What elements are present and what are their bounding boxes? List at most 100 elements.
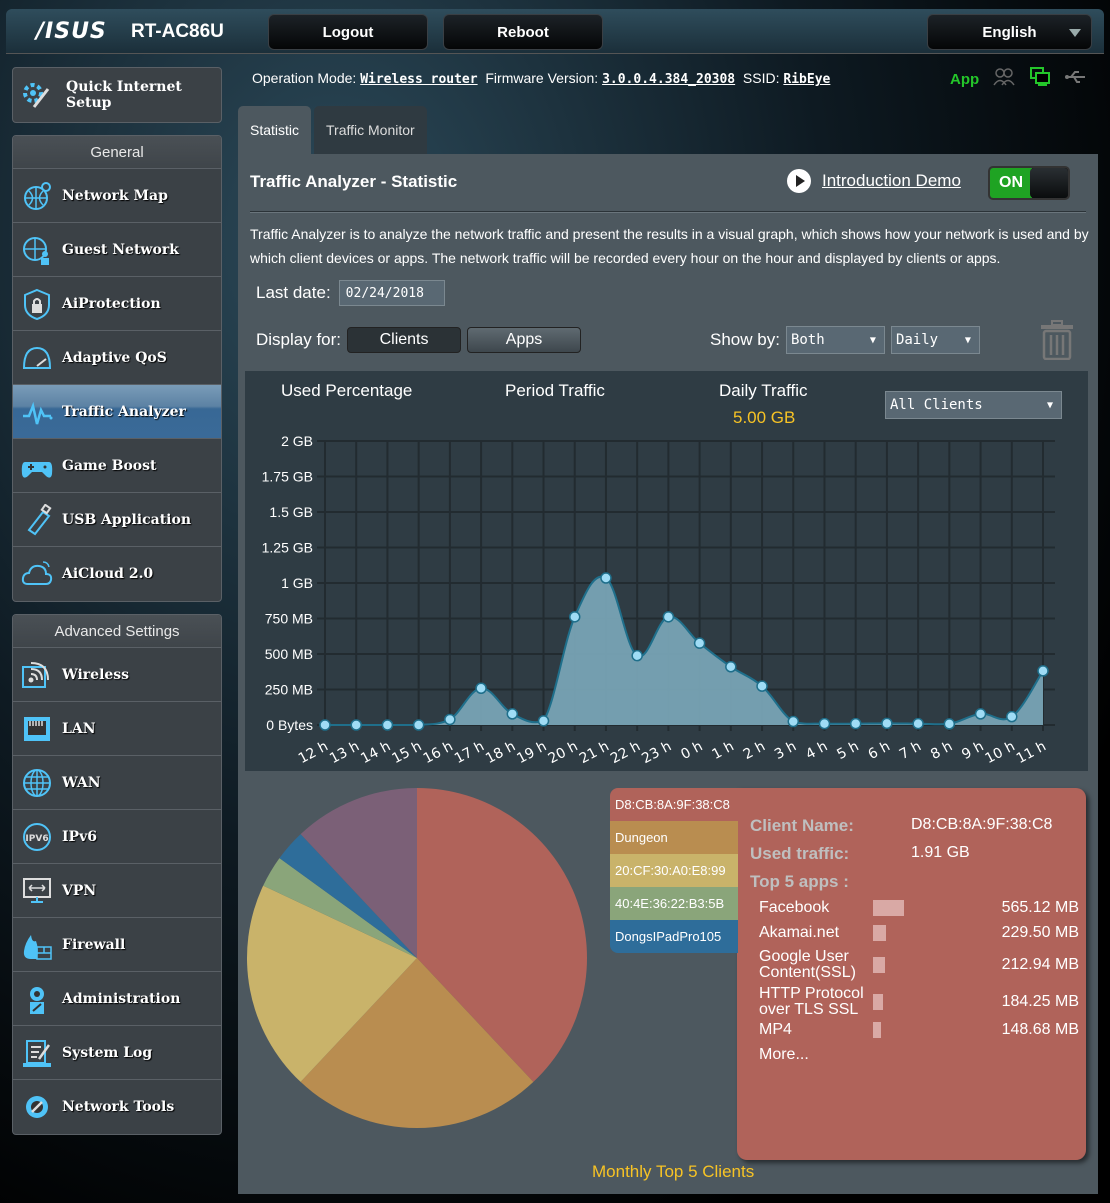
sidebar-item-wan[interactable]: WAN [13, 756, 221, 810]
network-status-icon[interactable] [1029, 67, 1051, 92]
tab-statistic[interactable]: Statistic [238, 106, 312, 154]
ssid-link[interactable]: RibEye [783, 72, 830, 87]
legend-item[interactable]: 40:4E:36:22:B3:5B [610, 887, 738, 920]
pie-legend: D8:CB:8A:9F:38:C8 Dungeon 20:CF:30:A0:E8:9… [610, 788, 738, 953]
app-size: 212.94 MB [1001, 956, 1079, 973]
top-apps-label: Top 5 apps : [750, 872, 849, 891]
tab-traffic-monitor[interactable]: Traffic Monitor [314, 106, 427, 154]
display-apps-button[interactable]: Apps [467, 327, 582, 353]
legend-item[interactable]: Dungeon [610, 821, 738, 854]
sidebar-item-traffic-analyzer[interactable]: Traffic Analyzer [13, 385, 221, 439]
display-clients-button[interactable]: Clients [347, 327, 462, 353]
sidebar-item-network-tools[interactable]: Network Tools [13, 1080, 221, 1134]
app-size: 148.68 MB [1001, 1021, 1079, 1038]
x-tick-label: 9 h [959, 738, 986, 763]
sidebar-item-usb-application[interactable]: USB Application [13, 493, 221, 547]
y-tick-label: 2 GB [281, 433, 313, 449]
x-tick-label: 1 h [710, 738, 737, 763]
sidebar-item-label: Game Boost [62, 457, 157, 474]
traffic-data-point [756, 680, 768, 692]
model-name: RT-AC86U [131, 21, 224, 42]
op-mode-label: Operation Mode: [252, 70, 357, 86]
globe-people-icon [20, 233, 54, 267]
x-tick-label: 20 h [546, 738, 581, 767]
status-icons: App [950, 67, 1087, 92]
top-app-row: Google User Content(SSL) 212.94 MB [759, 949, 1079, 981]
daily-traffic-value: 5.00 GB [733, 408, 796, 427]
top-app-row: Facebook 565.12 MB [759, 899, 1079, 916]
sidebar-item-ipv6[interactable]: IPV6 IPv6 [13, 810, 221, 864]
traffic-data-point [506, 708, 519, 720]
client-filter-select[interactable]: All Clients ▼ [885, 391, 1062, 419]
sidebar-item-guest-network[interactable]: Guest Network [13, 223, 221, 277]
clients-icon[interactable] [993, 68, 1015, 91]
traffic-data-point [818, 717, 831, 730]
app-link[interactable]: App [950, 71, 979, 88]
sidebar-item-aiprotection[interactable]: AiProtection [13, 277, 221, 331]
sidebar-item-network-map[interactable]: Network Map [13, 169, 221, 223]
sidebar-item-administration[interactable]: Administration [13, 972, 221, 1026]
x-tick-label: 14 h [358, 738, 393, 767]
sidebar-item-wireless[interactable]: Wireless [13, 648, 221, 702]
main-content: Traffic Analyzer - Statistic Introductio… [238, 154, 1098, 1194]
chevron-down-icon: ▼ [964, 334, 971, 346]
quick-setup-icon [20, 78, 52, 112]
traffic-data-point [1006, 710, 1018, 723]
traffic-data-point [787, 715, 800, 728]
svg-text:IPV6: IPV6 [25, 834, 48, 844]
x-tick-label: 22 h [608, 738, 643, 767]
more-apps-link[interactable]: More... [759, 1046, 1079, 1064]
sidebar-item-firewall[interactable]: Firewall [13, 918, 221, 972]
daily-traffic-label: Daily Traffic [719, 381, 808, 400]
traffic-area [325, 576, 1043, 725]
sidebar-item-label: LAN [62, 720, 96, 737]
legend-item[interactable]: DongsIPadPro105 [610, 920, 738, 953]
traffic-data-point [912, 717, 924, 730]
page-title: Traffic Analyzer - Statistic [250, 172, 458, 191]
sidebar-item-label: Administration [62, 990, 181, 1007]
introduction-demo[interactable]: Introduction Demo [786, 168, 961, 194]
app-name: Google User Content(SSL) [759, 948, 856, 981]
traffic-data-point [725, 661, 737, 673]
last-date-input[interactable]: 02/24/2018 [338, 280, 445, 306]
legend-item[interactable]: 20:CF:30:A0:E8:99 [610, 854, 738, 887]
app-size: 229.50 MB [1001, 924, 1079, 941]
x-tick-label: 4 h [803, 738, 830, 763]
app-size: 184.25 MB [1001, 993, 1079, 1010]
introduction-demo-link[interactable]: Introduction Demo [822, 171, 961, 191]
legend-item[interactable]: D8:CB:8A:9F:38:C8 [610, 788, 738, 821]
logout-button[interactable]: Logout [268, 14, 428, 50]
sidebar-item-label: Traffic Analyzer [62, 403, 186, 420]
quick-internet-setup[interactable]: Quick Internet Setup [12, 67, 222, 123]
app-size: 565.12 MB [1001, 899, 1079, 916]
top-clients-pie-chart [247, 788, 587, 1128]
status-info-bar: Operation Mode: Wireless router Firmware… [252, 70, 830, 87]
description: Traffic Analyzer is to analyze the netwo… [250, 226, 1089, 266]
sidebar-advanced: Advanced Settings Wireless LAN WAN IPV6 IPv6… [12, 614, 222, 1135]
sidebar-item-game-boost[interactable]: Game Boost [13, 439, 221, 493]
sidebar-item-system-log[interactable]: System Log [13, 1026, 221, 1080]
app-usage-bar [873, 1022, 881, 1038]
show-by-type-select[interactable]: Both ▼ [785, 326, 885, 354]
toggle-knob [1030, 168, 1068, 198]
sidebar-item-adaptive-qos[interactable]: Adaptive QoS [13, 331, 221, 385]
language-select[interactable]: English [927, 14, 1092, 50]
firewall-icon [20, 928, 54, 962]
reboot-button[interactable]: Reboot [443, 14, 603, 50]
op-mode-link[interactable]: Wireless router [360, 72, 477, 87]
firmware-link[interactable]: 3.0.0.4.384_20308 [602, 72, 735, 87]
sidebar-item-aicloud-2-0[interactable]: AiCloud 2.0 [13, 547, 221, 601]
app-name: HTTP Protocol over TLS SSL [759, 985, 864, 1018]
sidebar-item-vpn[interactable]: VPN [13, 864, 221, 918]
traffic-analyzer-toggle[interactable]: ON [988, 166, 1070, 200]
x-tick-label: 18 h [483, 738, 518, 767]
show-by-period-select[interactable]: Daily ▼ [890, 326, 980, 354]
traffic-data-point [350, 719, 362, 731]
traffic-data-point [1037, 665, 1049, 677]
usb-icon[interactable] [1065, 70, 1087, 89]
trash-icon[interactable] [1038, 320, 1076, 365]
asus-logo: /ISUS [36, 19, 107, 44]
app-name: Facebook [759, 899, 830, 916]
show-by-period-value: Daily [895, 332, 939, 348]
sidebar-item-lan[interactable]: LAN [13, 702, 221, 756]
